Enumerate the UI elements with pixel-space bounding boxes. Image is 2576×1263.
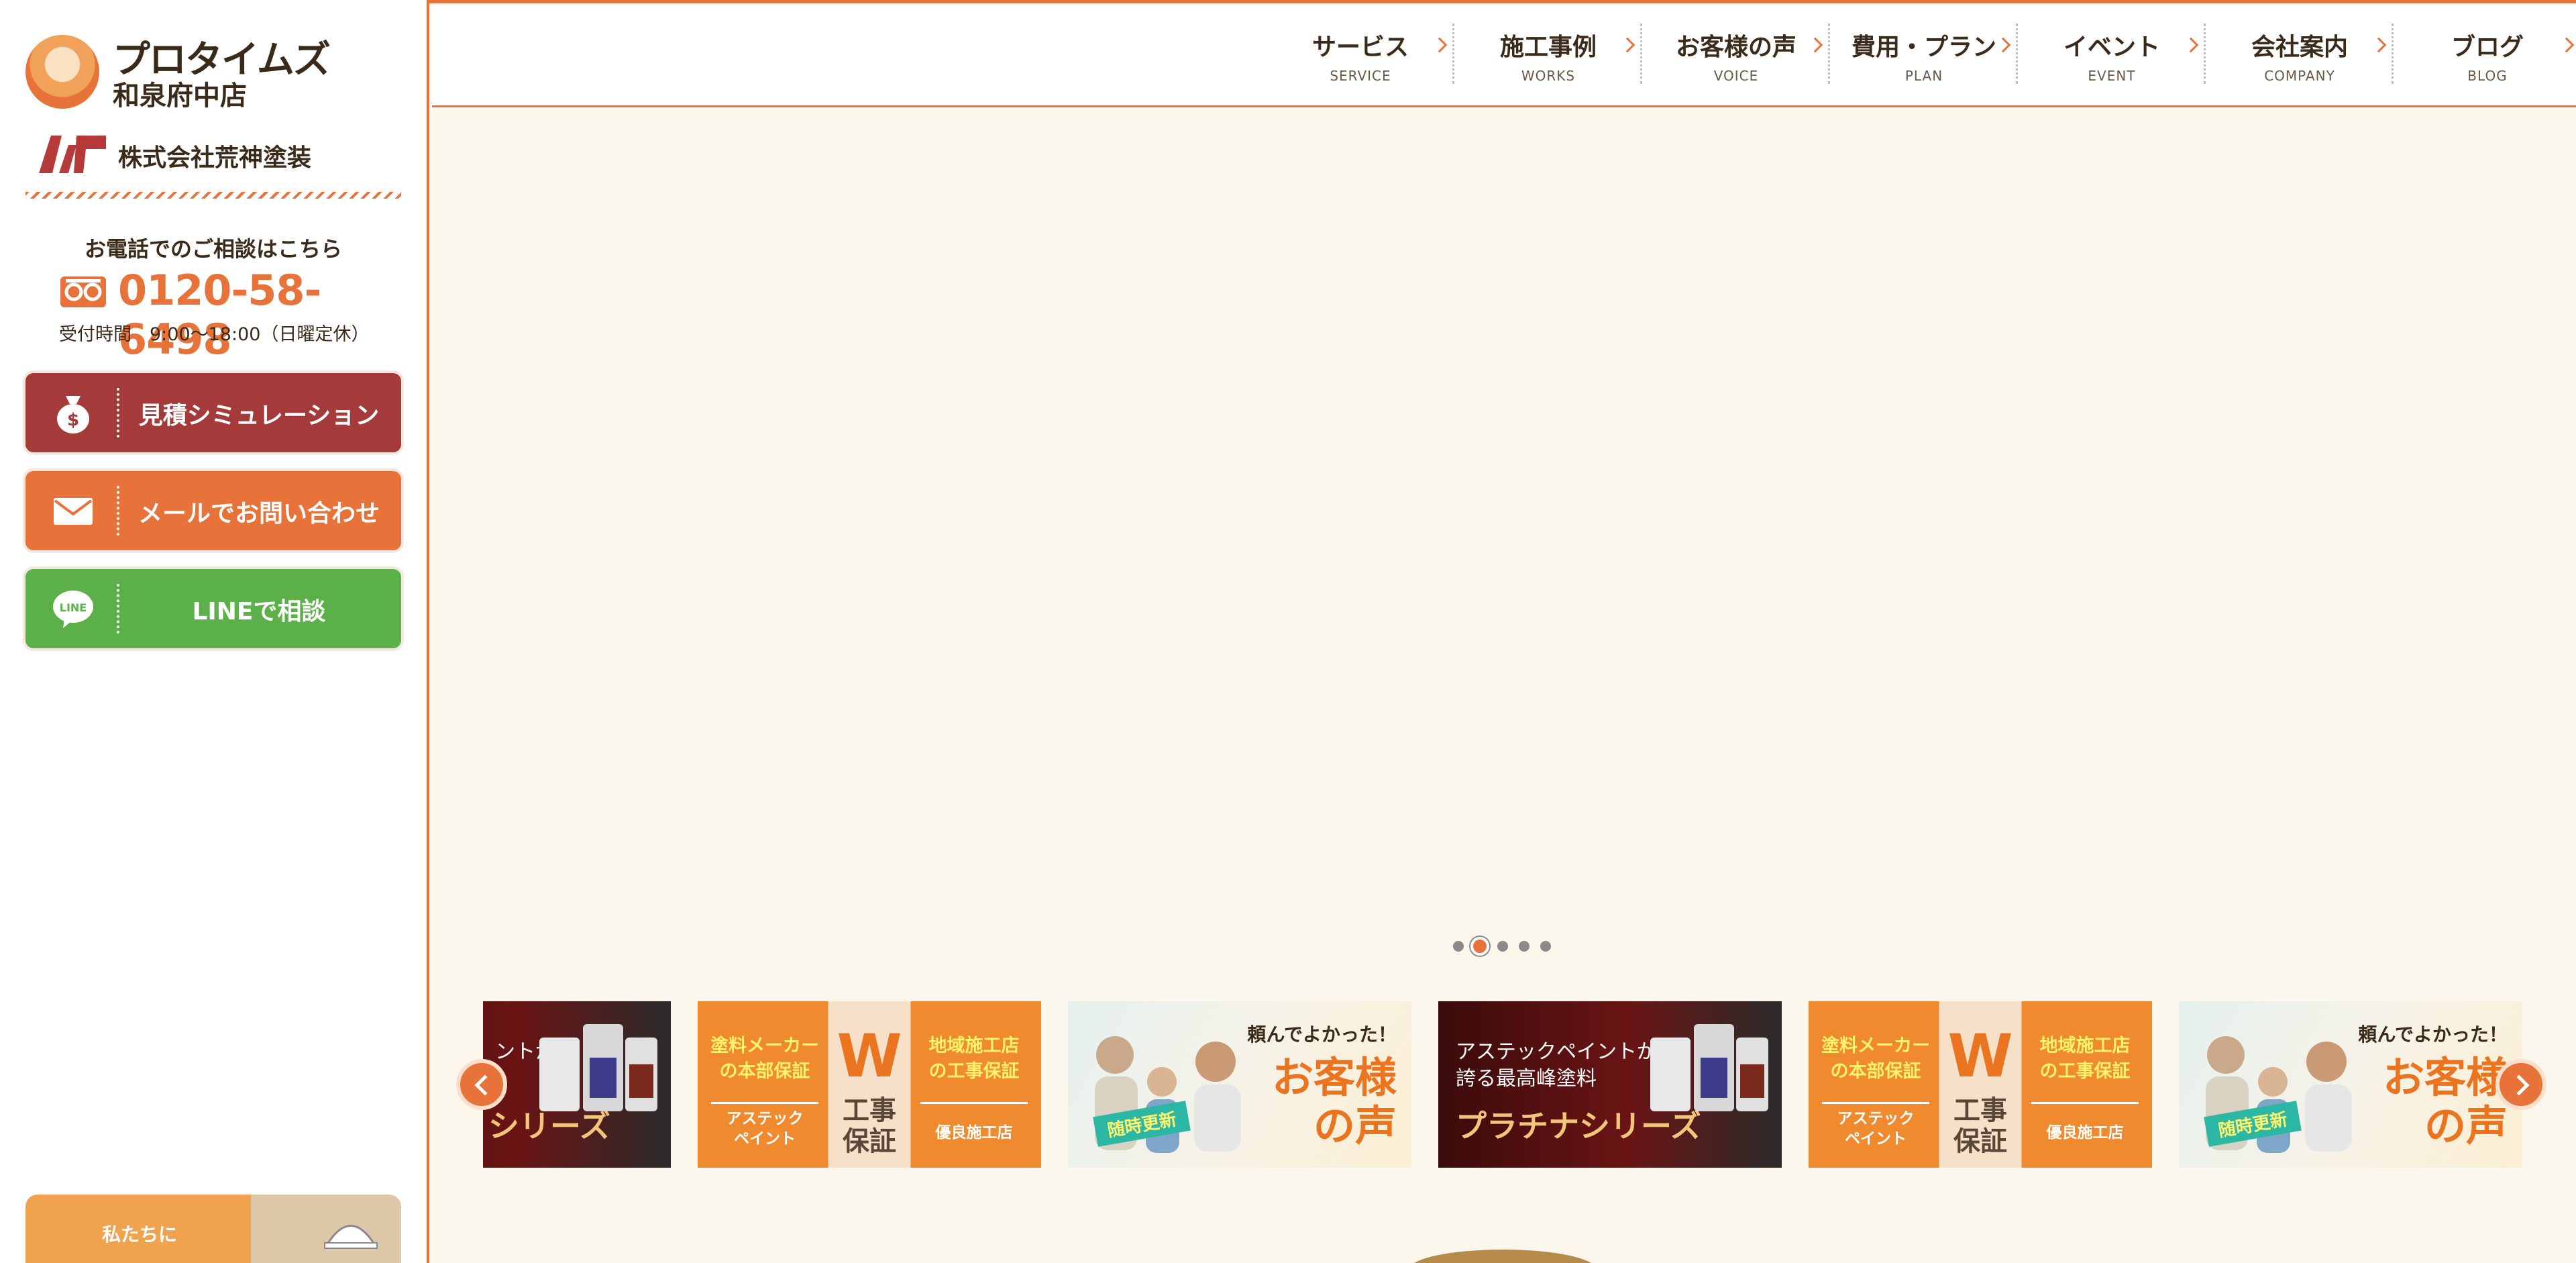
- freedial-icon: [60, 276, 106, 307]
- nav-label: お客様の声: [1675, 34, 1796, 61]
- business-hours: 受付時間 9:00〜18:00（日曜定休）: [59, 324, 370, 345]
- nav-label: 施工事例: [1499, 34, 1597, 61]
- svg-text:LINE: LINE: [60, 601, 87, 614]
- carousel-dot[interactable]: [1453, 941, 1464, 952]
- worker-helmet-icon: [324, 1225, 378, 1249]
- nav-event[interactable]: イベント EVENT: [2018, 23, 2206, 91]
- banner-customer-voice[interactable]: 頼んでよかった！ お客様 の声 随時更新: [1068, 1001, 1411, 1168]
- chevron-right-icon: [2508, 1074, 2530, 1096]
- slider-prev-button[interactable]: [456, 1059, 507, 1110]
- brand-logo[interactable]: プロタイムズ 和泉府中店: [25, 30, 401, 111]
- nav-label: ブログ: [2451, 34, 2524, 61]
- phone-number: 0120-58-6498: [118, 266, 321, 364]
- banner-w-mark: W: [837, 1021, 902, 1091]
- button-separator: [117, 388, 119, 438]
- nav-blog[interactable]: ブログ BLOG: [2394, 23, 2576, 91]
- banner-subtitle: 頼んでよかった！: [2358, 1023, 2508, 1046]
- slider-next-button[interactable]: [2496, 1059, 2546, 1110]
- carousel-dot[interactable]: [1519, 941, 1529, 952]
- nav-label: イベント: [2063, 34, 2160, 61]
- line-consult-button[interactable]: LINE LINEで相談: [25, 569, 401, 648]
- estimate-simulation-button[interactable]: $ 見積シミュレーション: [25, 373, 401, 452]
- banner-subtitle: アステックペイントが 誇る最高峰塗料: [1456, 1040, 1657, 1091]
- nav-service[interactable]: サービス SERVICE: [1267, 23, 1454, 91]
- nav-sublabel: BLOG: [2467, 68, 2508, 84]
- nav-voice[interactable]: お客様の声 VOICE: [1642, 23, 1830, 91]
- phone-label: お電話でのご相談はこちら: [84, 236, 342, 262]
- banner-double-warranty[interactable]: 塗料メーカー の本部保証 アステック ペイント W 工事 保証 地域施工店 の工…: [698, 1001, 1041, 1168]
- nav-label: 費用・プラン: [1851, 34, 1996, 61]
- banner-text: 優良施工店: [2046, 1124, 2124, 1142]
- svg-text:$: $: [67, 410, 79, 430]
- nav-sublabel: SERVICE: [1330, 68, 1391, 84]
- banner-text: アステック ペイント: [726, 1110, 804, 1148]
- banner-double-warranty[interactable]: 塗料メーカー の本部保証 アステック ペイント W 工事 保証 地域施工店 の工…: [1809, 1001, 2152, 1168]
- nav-sublabel: WORKS: [1521, 68, 1576, 84]
- banner-text: 塗料メーカー の本部保証: [710, 1035, 819, 1082]
- banner-title: 工事 保証: [1953, 1095, 2007, 1157]
- chevron-left-icon: [474, 1074, 496, 1096]
- promo-text: 私たちに: [101, 1223, 177, 1246]
- nav-plan[interactable]: 費用・プラン PLAN: [1830, 23, 2018, 91]
- banner-platinum-series[interactable]: アステックペイントが 誇る最高峰塗料 プラチナシリーズ: [1438, 1001, 1782, 1168]
- banner-text: 優良施工店: [935, 1124, 1013, 1142]
- banner-text: 地域施工店 の工事保証: [2039, 1035, 2131, 1082]
- money-bag-icon: $: [57, 396, 89, 434]
- mail-icon: [54, 498, 93, 525]
- nav-sublabel: EVENT: [2088, 68, 2136, 84]
- sidebar: プロタイムズ 和泉府中店 株式会社荒神塗装 お電話でのご相談はこちら 0120-…: [0, 0, 429, 1263]
- banner-title: お客様 の声: [2382, 1053, 2508, 1150]
- global-nav: サービス SERVICE 施工事例 WORKS お客様の声 VOICE 費用・プ…: [432, 3, 2576, 107]
- nav-label: 会社案内: [2251, 34, 2348, 61]
- banner-divider: [2031, 1102, 2139, 1104]
- banner-text: アステック ペイント: [1837, 1110, 1915, 1148]
- button-separator: [117, 584, 119, 634]
- nav-works[interactable]: 施工事例 WORKS: [1454, 23, 1642, 91]
- branch-name: 和泉府中店: [113, 81, 247, 111]
- banner-title: 工事 保証: [843, 1095, 896, 1157]
- banner-slider: ントが シリーズ 塗料メーカー の本部保証 アステック ペイント W 工事 保証…: [483, 1001, 2522, 1168]
- carousel-dot[interactable]: [1540, 941, 1551, 952]
- line-icon: LINE: [53, 591, 93, 628]
- banner-divider: [711, 1102, 818, 1104]
- carousel-dot[interactable]: [1497, 941, 1508, 952]
- mail-button-label: メールでお問い合わせ: [138, 500, 380, 527]
- nav-label: サービス: [1311, 34, 1409, 61]
- banner-w-mark: W: [1947, 1021, 2013, 1091]
- company-mark-icon: [39, 136, 106, 173]
- company-logo[interactable]: 株式会社荒神塗装: [39, 130, 415, 177]
- line-button-label: LINEで相談: [192, 598, 326, 625]
- promo-banner[interactable]: 私たちに: [25, 1195, 401, 1263]
- section-decoration: [1409, 1250, 1597, 1263]
- banner-divider: [920, 1102, 1028, 1104]
- paint-cans-icon: [539, 1024, 657, 1111]
- carousel-dot-active[interactable]: [1470, 937, 1489, 956]
- nav-sublabel: COMPANY: [2264, 68, 2335, 84]
- banner-title: お客様 の声: [1271, 1053, 1397, 1150]
- banner-subtitle: 頼んでよかった！: [1247, 1023, 1397, 1046]
- button-separator: [117, 486, 119, 536]
- banner-text: 塗料メーカー の本部保証: [1821, 1035, 1930, 1082]
- banner-customer-voice[interactable]: 頼んでよかった！ お客様 の声 随時更新: [2179, 1001, 2522, 1168]
- estimate-button-label: 見積シミュレーション: [138, 402, 380, 430]
- nav-sublabel: VOICE: [1713, 68, 1759, 84]
- carousel-pagination: [1453, 937, 1554, 956]
- company-name: 株式会社荒神塗装: [118, 144, 312, 172]
- mail-inquiry-button[interactable]: メールでお問い合わせ: [25, 471, 401, 550]
- banner-platinum-series-partial[interactable]: ントが シリーズ: [483, 1001, 671, 1168]
- banner-text: 地域施工店 の工事保証: [928, 1035, 1020, 1082]
- nav-sublabel: PLAN: [1904, 68, 1943, 84]
- paint-cans-icon: [1650, 1024, 1768, 1111]
- nav-company[interactable]: 会社案内 COMPANY: [2206, 23, 2394, 91]
- divider: [25, 192, 401, 199]
- mascot-logo-icon: [25, 35, 99, 109]
- banner-divider: [1822, 1102, 1929, 1104]
- phone-link[interactable]: 0120-58-6498: [59, 263, 394, 364]
